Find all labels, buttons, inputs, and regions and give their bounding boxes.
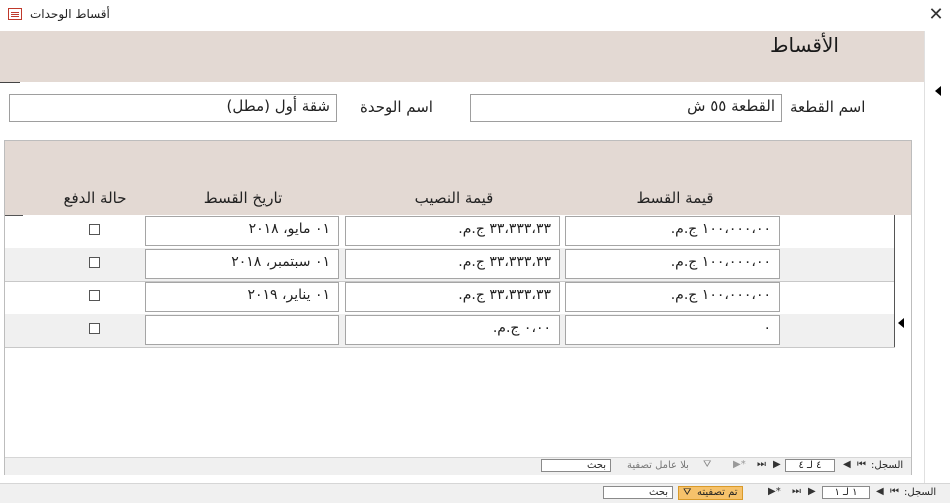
subform-search-input[interactable]: بحث xyxy=(541,459,611,472)
next-record-icon[interactable]: ▶ xyxy=(773,459,781,470)
window-title: أقساط الوحدات xyxy=(30,7,110,21)
installment-value-cell[interactable]: ١٠٠،٠٠٠،٠٠ ج.م. xyxy=(565,282,780,312)
paid-checkbox[interactable] xyxy=(89,224,100,235)
table-row: ١٠٠،٠٠٠،٠٠ ج.م. ٣٣،٣٣٣،٣٣ ج.م. ٠١ يناير،… xyxy=(5,281,895,314)
form-icon xyxy=(8,8,22,20)
column-header-payment-status: حالة الدفع xyxy=(63,189,127,207)
main-record-label: السجل: xyxy=(904,487,937,498)
current-row-arrow-icon xyxy=(898,318,904,328)
installment-value-cell[interactable]: ١٠٠،٠٠٠،٠٠ ج.م. xyxy=(565,249,780,279)
new-record-icon[interactable]: ▶* xyxy=(733,459,746,470)
last-record-icon[interactable]: ⏭ xyxy=(757,459,766,470)
share-value-cell[interactable]: ٣٣،٣٣٣،٣٣ ج.م. xyxy=(345,216,560,246)
page-title: الأقساط xyxy=(770,33,839,57)
main-last-record-icon[interactable]: ⏭ xyxy=(792,486,801,497)
main-next-record-icon[interactable]: ▶ xyxy=(808,486,816,497)
paid-checkbox[interactable] xyxy=(89,257,100,268)
main-navigation-bar: السجل: ⏮ ◀ ١ لـ ١ ▶ ⏭ ▶* ⛛ تم تصفيته بحث xyxy=(0,483,950,503)
installment-date-cell[interactable]: ٠١ يناير، ٢٠١٩ xyxy=(145,282,339,312)
share-value-cell[interactable]: ٣٣،٣٣٣،٣٣ ج.م. xyxy=(345,249,560,279)
current-record-arrow-icon xyxy=(935,86,941,96)
plot-name-label: اسم القطعة xyxy=(790,98,866,116)
main-record-number-input[interactable]: ١ لـ ١ xyxy=(822,486,870,499)
table-row: ١٠٠،٠٠٠،٠٠ ج.م. ٣٣،٣٣٣،٣٣ ج.م. ٠١ مايو، … xyxy=(5,215,895,248)
installment-date-cell[interactable]: ٠١ سبتمبر، ٢٠١٨ xyxy=(145,249,339,279)
title-bar: أقساط الوحدات ✕ xyxy=(0,0,950,31)
column-header-installment-date: تاريخ القسط xyxy=(203,189,283,207)
unit-name-field[interactable]: شقة أول (مطل) xyxy=(9,94,337,122)
previous-record-icon[interactable]: ◀ xyxy=(843,459,851,470)
share-value-cell[interactable]: ٣٣،٣٣٣،٣٣ ج.م. xyxy=(345,282,560,312)
row-divider xyxy=(5,347,895,348)
column-header-installment-value: قيمة القسط xyxy=(636,189,714,207)
subform-right-border xyxy=(894,215,895,347)
record-selector-strip xyxy=(924,31,950,483)
filtered-badge[interactable]: ⛛ تم تصفيته xyxy=(678,486,743,500)
no-filter-label[interactable]: بلا عامل تصفية xyxy=(627,460,689,471)
header-divider xyxy=(0,82,20,83)
filter-funnel-icon: ⛛ xyxy=(683,487,692,498)
paid-checkbox[interactable] xyxy=(89,323,100,334)
installments-subform: قيمة القسط قيمة النصيب تاريخ القسط حالة … xyxy=(4,140,912,475)
main-first-record-icon[interactable]: ⏮ xyxy=(890,486,899,497)
main-previous-record-icon[interactable]: ◀ xyxy=(876,486,884,497)
main-new-record-icon[interactable]: ▶* xyxy=(768,486,781,497)
first-record-icon[interactable]: ⏮ xyxy=(857,459,866,470)
table-row-new: ٠ ٠،٠٠ ج.م. xyxy=(5,314,895,347)
table-row: ١٠٠،٠٠٠،٠٠ ج.م. ٣٣،٣٣٣،٣٣ ج.م. ٠١ سبتمبر… xyxy=(5,248,895,281)
installment-value-cell[interactable]: ٠ xyxy=(565,315,780,345)
filtered-label: تم تصفيته xyxy=(697,487,738,498)
paid-checkbox[interactable] xyxy=(89,290,100,301)
column-header-share-value: قيمة النصيب xyxy=(414,189,494,207)
filter-funnel-icon[interactable]: ⛛ xyxy=(703,459,711,470)
installment-date-cell[interactable] xyxy=(145,315,339,345)
record-label: السجل: xyxy=(871,460,904,471)
installment-date-cell[interactable]: ٠١ مايو، ٢٠١٨ xyxy=(145,216,339,246)
subform-navigation-bar: السجل: ⏮ ◀ ٤ لـ ٤ ▶ ⏭ ▶* ⛛ بلا عامل تصفي… xyxy=(5,457,911,475)
plot-name-field[interactable]: القطعة ٥٥ ش xyxy=(470,94,782,122)
unit-name-label: اسم الوحدة xyxy=(360,98,433,116)
installment-value-cell[interactable]: ١٠٠،٠٠٠،٠٠ ج.م. xyxy=(565,216,780,246)
record-number-input[interactable]: ٤ لـ ٤ xyxy=(785,459,835,472)
share-value-cell[interactable]: ٠،٠٠ ج.م. xyxy=(345,315,560,345)
main-search-input[interactable]: بحث xyxy=(603,486,673,499)
close-button[interactable]: ✕ xyxy=(926,4,946,26)
